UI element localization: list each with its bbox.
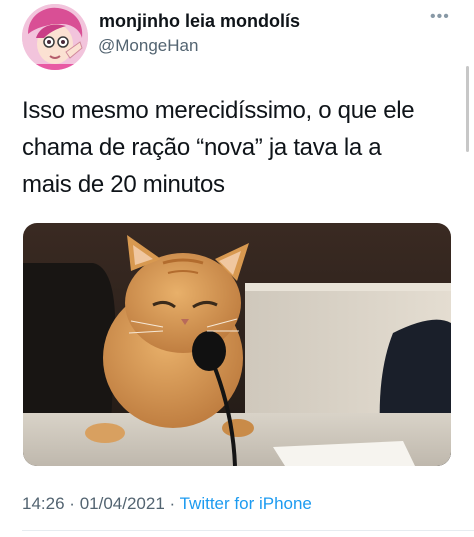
avatar[interactable] [22,4,88,70]
tweet-text: Isso mesmo merecidíssimo, o que ele cham… [22,97,415,198]
scrollbar[interactable] [466,66,469,152]
tweet-source-link[interactable]: Twitter for iPhone [180,494,312,513]
cat-photo-illustration [23,223,451,466]
meta-separator: · [169,494,176,513]
more-horizontal-icon[interactable]: ••• [430,9,454,25]
tweet-photo[interactable] [23,223,451,466]
tweet-time: 14:26 [22,494,65,513]
divider [22,530,474,531]
tweet-meta: 14:26 · 01/04/2021 · Twitter for iPhone [22,494,312,514]
display-name[interactable]: monjinho leia mondolís [99,11,300,32]
meta-separator: · [69,494,75,513]
avatar-illustration [22,4,88,70]
user-handle[interactable]: @MongeHan [98,36,198,56]
tweet-date: 01/04/2021 [79,494,165,513]
